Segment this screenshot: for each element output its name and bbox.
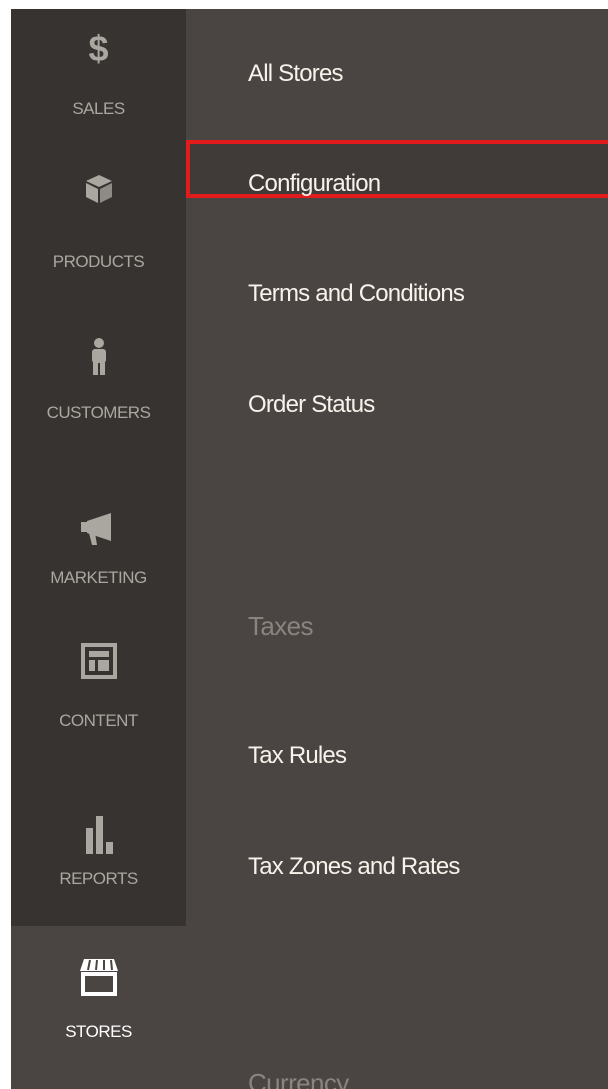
sidebar-item-marketing[interactable]: MARKETING — [11, 459, 186, 609]
megaphone-icon — [11, 509, 186, 549]
bar-chart-icon — [11, 814, 186, 854]
sidebar-item-label: PRODUCTS — [52, 252, 145, 271]
submenu-item-terms-and-conditions[interactable]: Terms and Conditions — [248, 279, 465, 309]
sidebar-item-reports[interactable]: REPORTS — [11, 759, 186, 909]
sidebar-item-label: CONTENT — [59, 711, 138, 730]
submenu-heading-taxes: Taxes — [248, 611, 314, 641]
sidebar-item-label: REPORTS — [59, 869, 138, 888]
person-icon — [11, 337, 186, 377]
sidebar-item-label: CUSTOMERS — [46, 403, 151, 422]
sidebar-item-label: MARKETING — [50, 568, 147, 587]
sidebar-item-products[interactable]: PRODUCTS — [11, 159, 186, 309]
sidebar-item-sales[interactable]: $ SALES — [11, 9, 186, 159]
sidebar-item-content[interactable]: CONTENT — [11, 609, 186, 759]
dollar-icon: $ — [88, 28, 109, 69]
stores-submenu: All Stores Configuration Terms and Condi… — [186, 9, 608, 1089]
submenu-item-tax-rules[interactable]: Tax Rules — [248, 741, 347, 771]
submenu-item-order-status[interactable]: Order Status — [248, 390, 375, 420]
storefront-icon — [11, 956, 186, 996]
sidebar-item-label: SALES — [72, 99, 125, 118]
admin-menu-frame: $ SALES PRODUCTS CUSTOMERS MARKETING CON… — [11, 9, 608, 1089]
sidebar-item-stores[interactable]: STORES — [11, 926, 186, 1089]
submenu-item-configuration[interactable]: Configuration — [248, 169, 381, 199]
sidebar-item-label: STORES — [65, 1022, 132, 1041]
submenu-item-tax-zones-and-rates[interactable]: Tax Zones and Rates — [248, 852, 460, 882]
admin-sidebar: $ SALES PRODUCTS CUSTOMERS MARKETING CON… — [11, 9, 186, 1089]
submenu-item-all-stores[interactable]: All Stores — [248, 59, 344, 89]
box-icon — [11, 169, 186, 209]
layout-icon — [11, 641, 186, 681]
submenu-heading-currency: Currency — [248, 1068, 349, 1089]
sidebar-item-customers[interactable]: CUSTOMERS — [11, 309, 186, 459]
